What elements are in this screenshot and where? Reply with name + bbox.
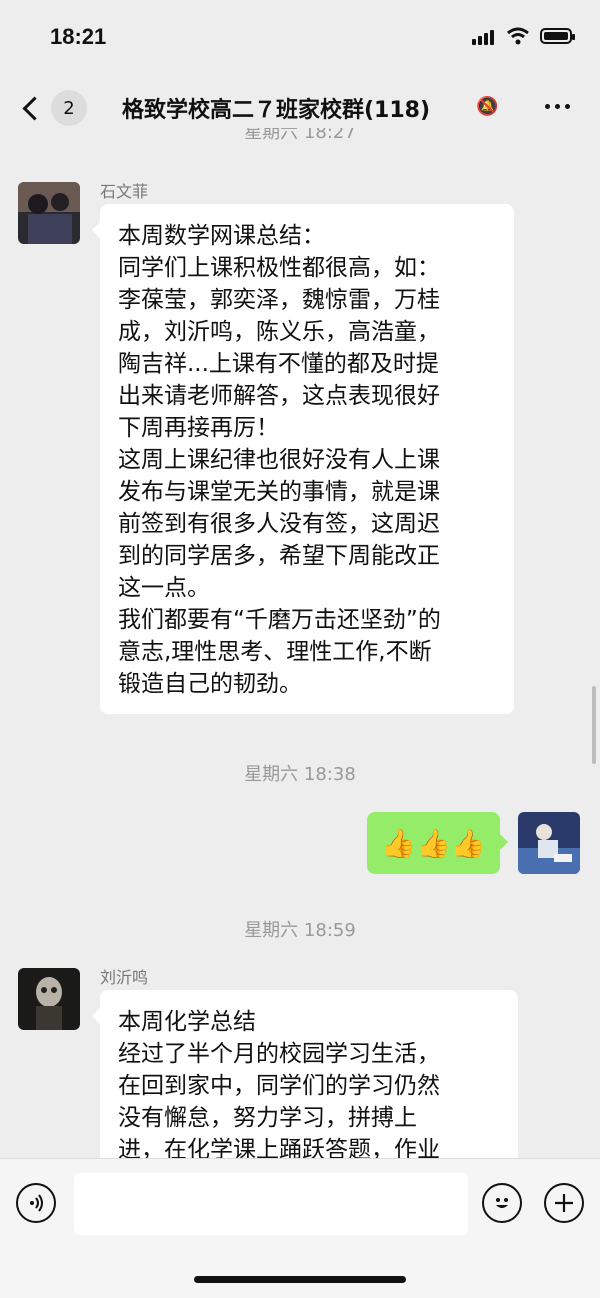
timestamp: 星期六 18:59 xyxy=(244,920,356,941)
message-line: 没有懈怠，努力学习，拼搏上 xyxy=(118,1105,417,1131)
wifi-icon xyxy=(507,27,529,44)
message-line: 在回到家中，同学们的学习仍然 xyxy=(118,1073,440,1099)
sender-name: 石文菲 xyxy=(100,182,149,201)
message-line: 陶吉祥...上课有不懂的都及时提 xyxy=(118,351,439,377)
message-line: 锻造自己的韧劲。 xyxy=(118,671,302,697)
system-icons xyxy=(472,26,575,45)
sender-name: 刘沂鸣 xyxy=(100,968,149,987)
message-line: 意志,理性思考、理性工作,不断 xyxy=(118,639,432,665)
message-line: 这一点。 xyxy=(118,575,210,601)
chevron-left-icon xyxy=(22,95,47,121)
home-indicator[interactable] xyxy=(194,1276,406,1283)
message-line: 经过了半个月的校园学习生活， xyxy=(118,1041,440,1067)
back-button[interactable]: 2 xyxy=(20,90,87,126)
battery-icon xyxy=(540,27,575,44)
message-line: 发布与课堂无关的事情，就是课 xyxy=(118,479,440,505)
plus-icon[interactable] xyxy=(544,1183,584,1223)
signal-icon xyxy=(472,26,496,45)
message-line: 下周再接再厉！ xyxy=(118,415,279,441)
avatar-self[interactable] xyxy=(518,812,580,874)
voice-icon[interactable] xyxy=(16,1183,56,1223)
status-bar: 18:21 xyxy=(0,0,600,76)
message-input[interactable] xyxy=(74,1173,468,1235)
message-line: 这周上课纪律也很好没有人上课 xyxy=(118,447,440,473)
message-line: 到的同学居多，希望下周能改正 xyxy=(118,543,440,569)
mute-bell-icon: 🔕 xyxy=(476,96,499,117)
self-message-bubble[interactable]: 👍👍👍 xyxy=(367,812,508,874)
emoji-icon[interactable] xyxy=(482,1183,522,1223)
message-line: 本周化学总结 xyxy=(118,1009,256,1035)
timestamp: 星期六 18:27 xyxy=(244,128,356,143)
avatar-liuyiming[interactable] xyxy=(18,968,80,1030)
message-line: 本周数学网课总结： xyxy=(118,223,325,249)
message-line: 同学们上课积极性都很高，如： xyxy=(118,255,440,281)
message-line: 成，刘沂鸣，陈义乐，高浩童， xyxy=(118,319,440,345)
timestamp: 星期六 18:38 xyxy=(244,764,356,785)
message-bubble[interactable]: 本周数学网课总结： 同学们上课积极性都很高，如： 李葆莹，郭奕泽，魏惊雷，万桂 … xyxy=(92,204,514,714)
unread-count-badge: 2 xyxy=(51,90,87,126)
more-options-button[interactable] xyxy=(545,104,570,109)
message-line: 李葆莹，郭奕泽，魏惊雷，万桂 xyxy=(118,287,440,313)
avatar-shiwenfei[interactable] xyxy=(18,182,80,244)
scrollbar[interactable] xyxy=(592,686,596,764)
message-line: 出来请老师解答，这点表现很好 xyxy=(118,383,440,409)
message-line: 我们都要有“千磨万击还坚劲”的 xyxy=(118,607,441,633)
chat-title: 格致学校高二７班家校群(118) xyxy=(122,98,431,123)
status-time: 18:21 xyxy=(50,24,107,49)
message-line: 前签到有很多人没有签，这周迟 xyxy=(118,511,440,537)
